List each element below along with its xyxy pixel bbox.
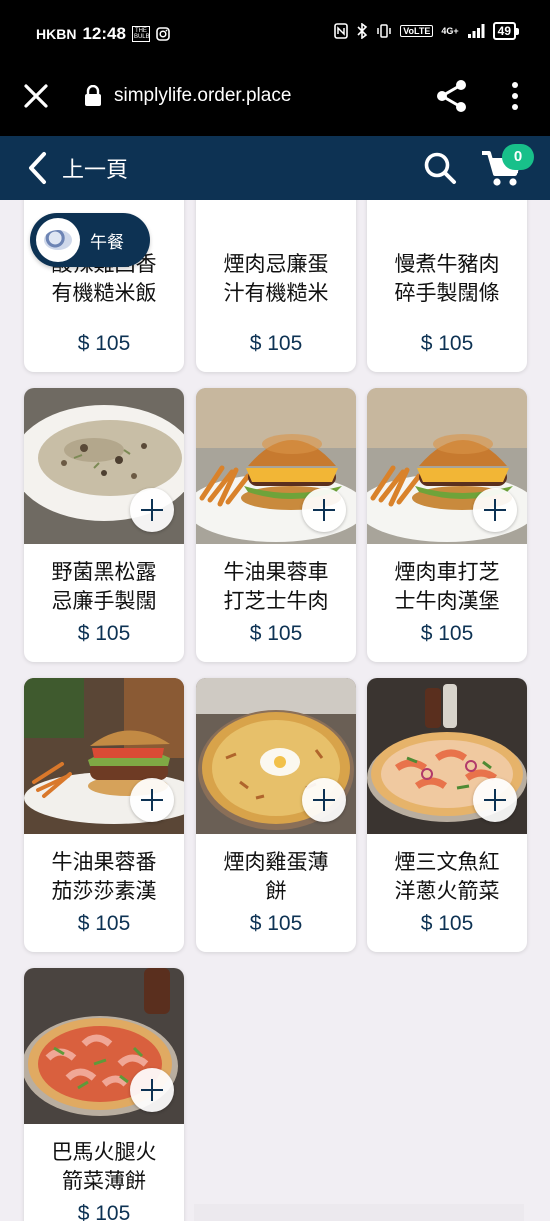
- product-name-line2: 茄莎莎素漢: [51, 879, 157, 903]
- status-bar: HKBN 12:48 THE BULB VoLTE 4G+ 49: [0, 0, 550, 66]
- product-name-line2: 有機糙米飯: [51, 281, 157, 305]
- search-icon: [424, 152, 456, 184]
- add-to-cart-button[interactable]: [473, 488, 517, 532]
- add-to-cart-button[interactable]: [130, 778, 174, 822]
- product-price: $ 105: [420, 622, 474, 645]
- product-price: $ 105: [249, 622, 303, 645]
- product-price: $ 105: [77, 1202, 131, 1221]
- add-to-cart-button[interactable]: [302, 778, 346, 822]
- product-price: $ 105: [420, 332, 474, 355]
- category-label: 午餐: [90, 232, 124, 253]
- product-card[interactable]: 煙肉雞蛋薄 餅 $ 105: [196, 678, 356, 952]
- bluetooth-icon: [357, 23, 368, 39]
- product-name-line1: 慢煮牛豬肉: [394, 252, 500, 276]
- battery-indicator: 49: [492, 22, 520, 40]
- product-price: $ 105: [77, 622, 131, 645]
- product-price: $ 105: [77, 912, 131, 935]
- carrier-label: HKBN: [36, 26, 77, 42]
- cart-count-badge: 0: [502, 144, 534, 170]
- product-card[interactable]: 煙肉忌廉蛋 汁有機糙米 $ 105: [196, 200, 356, 372]
- signal-icon: [467, 24, 485, 38]
- product-card[interactable]: 巴馬火腿火 箭菜薄餅 $ 105: [24, 968, 184, 1221]
- back-label: 上一頁: [62, 158, 129, 183]
- product-name-line2: 打芝士牛肉: [223, 589, 329, 613]
- more-vert-icon: [512, 82, 518, 110]
- product-name-line1: 煙肉雞蛋薄: [223, 850, 329, 874]
- browser-toolbar: simplylife.order.place: [0, 66, 550, 136]
- product-name-line1: 野菌黑松露: [51, 560, 157, 584]
- chevron-left-icon: [29, 152, 46, 184]
- bottom-panel-edge: [194, 1204, 524, 1221]
- close-icon: [24, 84, 48, 108]
- add-to-cart-button[interactable]: [130, 488, 174, 532]
- nfc-icon: [334, 23, 349, 39]
- share-button[interactable]: [434, 78, 470, 114]
- category-thumbnail: [36, 218, 80, 262]
- app-badge-icon: THE BULB: [131, 26, 150, 42]
- product-name-line1: 煙三文魚紅: [394, 850, 500, 874]
- share-icon: [437, 80, 466, 112]
- product-card[interactable]: 煙三文魚紅 洋蔥火箭菜 $ 105: [367, 678, 527, 952]
- product-name-line2: 忌廉手製闊: [51, 589, 157, 613]
- product-name-line2: 汁有機糙米: [223, 281, 329, 305]
- add-to-cart-button[interactable]: [302, 488, 346, 532]
- product-card[interactable]: 野菌黑松露 忌廉手製闊 $ 105: [24, 388, 184, 662]
- product-name-line1: 煙肉車打芝: [394, 560, 500, 584]
- app-header: 上一頁: [0, 136, 550, 200]
- product-grid: 酸辣雞回香 有機糙米飯 $ 105 煙肉忌廉蛋 汁有機糙米 $ 105 慢煮牛豬…: [0, 200, 550, 1221]
- search-button[interactable]: [422, 150, 458, 186]
- product-card[interactable]: 牛油果蓉番 茄莎莎素漢 $ 105: [24, 678, 184, 952]
- vibrate-icon: [377, 24, 391, 38]
- product-name-line2: 餅: [265, 879, 287, 903]
- instagram-icon: [156, 27, 170, 41]
- product-name-line1: 牛油果蓉車: [223, 560, 329, 584]
- product-name-line2: 士牛肉漢堡: [394, 589, 500, 613]
- back-button[interactable]: 上一頁: [26, 150, 128, 186]
- add-to-cart-button[interactable]: [130, 1068, 174, 1112]
- product-price: $ 105: [77, 332, 131, 355]
- product-name-line2: 洋蔥火箭菜: [394, 879, 500, 903]
- add-to-cart-button[interactable]: [473, 778, 517, 822]
- clock: 12:48: [82, 24, 126, 43]
- product-name-line1: 煙肉忌廉蛋: [223, 252, 329, 276]
- product-name-line2: 箭菜薄餅: [62, 1169, 146, 1193]
- close-button[interactable]: [20, 80, 52, 112]
- product-name-line2: 碎手製闊條: [394, 281, 500, 305]
- product-card[interactable]: 牛油果蓉車 打芝士牛肉 $ 105: [196, 388, 356, 662]
- product-card[interactable]: 煙肉車打芝 士牛肉漢堡 $ 105: [367, 388, 527, 662]
- product-price: $ 105: [249, 912, 303, 935]
- more-options-button[interactable]: [500, 78, 530, 114]
- category-chip[interactable]: 午餐: [30, 213, 150, 267]
- lock-icon: [85, 85, 101, 106]
- url-text: simplylife.order.place: [114, 85, 292, 106]
- product-name-line1: 牛油果蓉番: [51, 850, 157, 874]
- product-price: $ 105: [420, 912, 474, 935]
- volte-indicator: VoLTE: [400, 25, 434, 37]
- network-label: 4G+: [441, 26, 459, 36]
- product-name-line1: 巴馬火腿火: [51, 1140, 157, 1164]
- product-price: $ 105: [249, 332, 303, 355]
- address-bar[interactable]: simplylife.order.place: [84, 80, 291, 112]
- product-card[interactable]: 慢煮牛豬肉 碎手製闊條 $ 105: [367, 200, 527, 372]
